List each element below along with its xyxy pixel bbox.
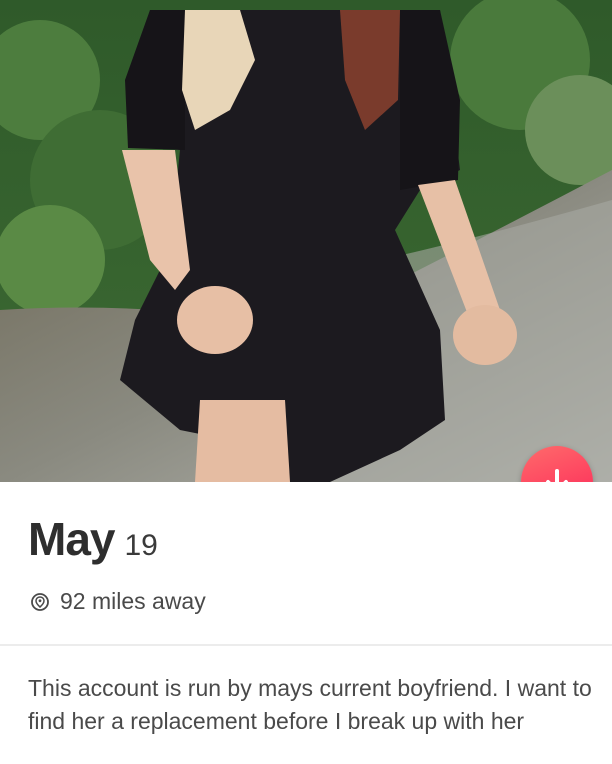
profile-name: May bbox=[28, 513, 115, 565]
location-pin-icon bbox=[31, 592, 49, 611]
profile-bio: This account is run by mays current boyf… bbox=[28, 675, 592, 734]
section-divider bbox=[0, 644, 612, 646]
profile-header: May 19 bbox=[28, 512, 158, 566]
profile-photo-image bbox=[0, 0, 612, 482]
distance-text: 92 miles away bbox=[60, 588, 206, 614]
profile-age: 19 bbox=[124, 529, 158, 562]
profile-photo[interactable] bbox=[0, 0, 612, 482]
bio-fade-overlay bbox=[0, 740, 612, 764]
distance-info: 92 miles away bbox=[30, 588, 206, 615]
